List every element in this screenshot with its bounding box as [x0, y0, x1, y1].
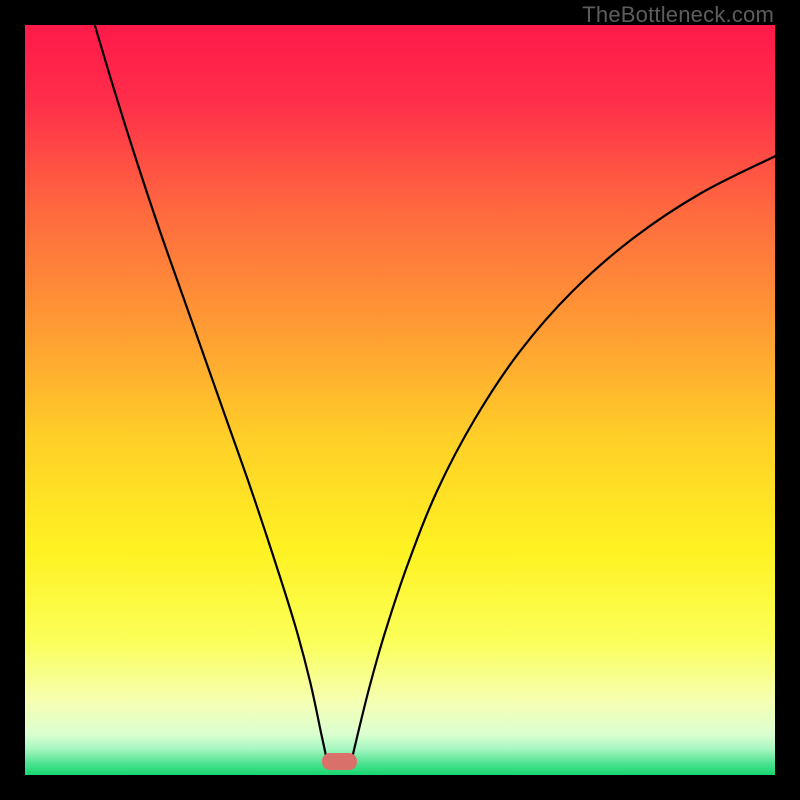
bottleneck-marker: [322, 753, 357, 770]
curve-right: [351, 156, 775, 761]
chart-frame: TheBottleneck.com: [0, 0, 800, 800]
plot-area: [25, 25, 775, 775]
curve-left: [95, 25, 328, 762]
bottleneck-curves: [25, 25, 775, 775]
